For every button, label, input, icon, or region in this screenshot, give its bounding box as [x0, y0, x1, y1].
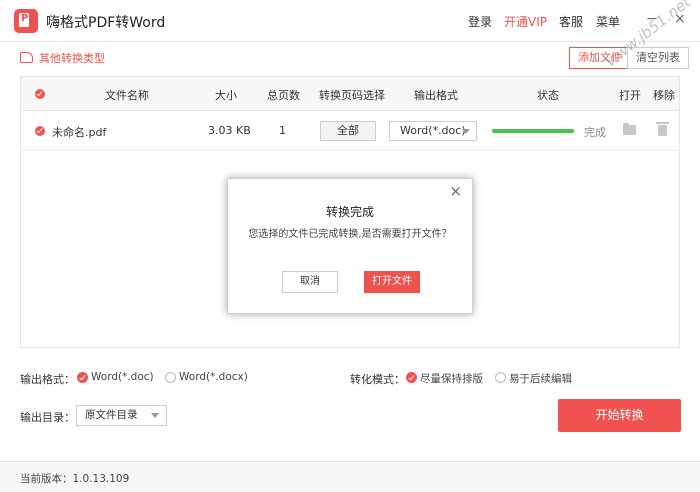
- select-all-checkbox[interactable]: [35, 89, 45, 99]
- row-checkbox[interactable]: [35, 126, 45, 136]
- progress-fill: [492, 129, 574, 133]
- chevron-down-icon: [462, 129, 470, 134]
- version-text: 当前版本：1.0.13.109: [20, 473, 130, 485]
- header-format: 输出格式: [414, 89, 458, 102]
- header-page-select: 转换页码选择: [319, 89, 385, 102]
- login-link[interactable]: 登录: [468, 13, 492, 30]
- header-filename: 文件名称: [105, 89, 149, 102]
- table-row[interactable]: 未命名.pdf 3.03 KB 1 全部 Word(*.doc) 完成: [21, 111, 679, 151]
- chevron-down-icon: [151, 413, 159, 418]
- page-select-button[interactable]: 全部: [320, 121, 376, 141]
- output-format-label: 输出格式：: [20, 373, 75, 386]
- row-format-select[interactable]: Word(*.doc): [389, 121, 477, 141]
- conversion-complete-dialog: × 转换完成 您选择的文件已完成转换,是否需要打开文件？ 取消 打开文件: [227, 178, 473, 314]
- mode-layout-label[interactable]: 尽量保持排版: [420, 371, 483, 386]
- dialog-title: 转换完成: [325, 205, 374, 219]
- vip-link[interactable]: 开通VIP: [504, 13, 547, 30]
- trash-icon[interactable]: [656, 122, 669, 136]
- row-size: 3.03 KB: [208, 124, 251, 137]
- format-doc-label[interactable]: Word(*.doc): [91, 371, 154, 383]
- folder-icon[interactable]: [623, 123, 636, 135]
- conversion-progress-bar: [492, 129, 574, 133]
- app-logo-icon: [14, 9, 38, 33]
- header-open: 打开: [619, 89, 641, 102]
- table-header: 文件名称 大小 总页数 转换页码选择 输出格式 状态 打开 移除: [21, 77, 679, 111]
- dialog-cancel-button[interactable]: 取消: [282, 271, 338, 293]
- row-pages: 1: [279, 124, 286, 137]
- app-title: 嗨格式PDF转Word: [46, 15, 166, 31]
- customer-service-link[interactable]: 客服: [559, 13, 583, 30]
- header-status: 状态: [537, 89, 559, 102]
- output-dir-label: 输出目录：: [20, 411, 75, 424]
- pointing-hand-icon: [20, 52, 33, 63]
- dialog-close-icon[interactable]: ×: [449, 183, 462, 199]
- other-types-link[interactable]: 其他转换类型: [20, 50, 105, 66]
- format-docx-label[interactable]: Word(*.docx): [179, 371, 248, 383]
- dialog-message: 您选择的文件已完成转换,是否需要打开文件？: [248, 229, 452, 240]
- menu-link[interactable]: 菜单: [596, 13, 620, 30]
- row-filename: 未命名.pdf: [52, 126, 107, 139]
- mode-layout-radio[interactable]: [406, 372, 417, 383]
- status-bar: 当前版本：1.0.13.109: [0, 461, 700, 492]
- row-status: 完成: [584, 126, 606, 139]
- title-bar: 嗨格式PDF转Word 登录 开通VIP 客服 菜单 − ×: [0, 0, 700, 42]
- mode-edit-label[interactable]: 易于后续编辑: [509, 371, 572, 386]
- row-format-value: Word(*.doc): [400, 124, 466, 137]
- mode-edit-radio[interactable]: [495, 372, 506, 383]
- output-dir-value: 原文件目录: [85, 409, 138, 421]
- format-docx-radio[interactable]: [165, 372, 176, 383]
- dialog-open-file-button[interactable]: 打开文件: [364, 271, 420, 293]
- header-remove: 移除: [653, 89, 675, 102]
- start-conversion-button[interactable]: 开始转换: [558, 399, 681, 432]
- mode-label: 转化模式：: [350, 373, 405, 386]
- header-size: 大小: [215, 89, 237, 102]
- output-dir-select[interactable]: 原文件目录: [76, 405, 167, 426]
- header-pages: 总页数: [267, 89, 300, 102]
- other-types-label: 其他转换类型: [39, 52, 105, 65]
- format-doc-radio[interactable]: [77, 372, 88, 383]
